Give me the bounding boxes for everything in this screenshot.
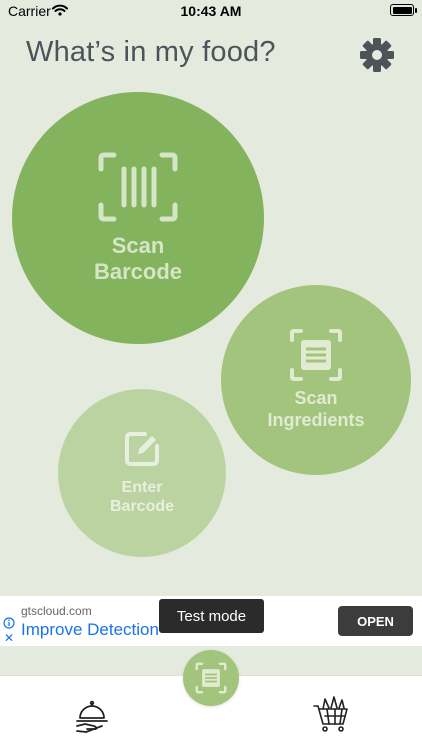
home-indicator <box>141 738 281 743</box>
scan-barcode-label: Scan Barcode <box>93 232 183 284</box>
info-icon[interactable] <box>3 617 15 629</box>
tab-shopping[interactable] <box>312 694 350 734</box>
scan-ingredients-label: Scan Ingredients <box>267 388 365 430</box>
close-icon[interactable]: ✕ <box>4 631 14 645</box>
enter-barcode-button[interactable]: Enter Barcode <box>58 389 226 557</box>
gear-icon <box>360 38 394 72</box>
scan-ingredients-fab[interactable] <box>183 650 239 706</box>
ad-open-button[interactable]: OPEN <box>338 606 413 636</box>
enter-barcode-label: Enter Barcode <box>109 478 175 515</box>
scan-ingredients-button[interactable]: Scan Ingredients <box>221 285 411 475</box>
clock-time: 10:43 AM <box>180 3 242 19</box>
edit-icon <box>125 431 159 466</box>
battery-icon <box>390 4 417 16</box>
settings-button[interactable] <box>358 36 396 74</box>
page-title: What’s in my food? <box>26 36 276 68</box>
tab-serving[interactable] <box>72 696 112 736</box>
ad-domain: gtscloud.com <box>21 604 92 618</box>
ad-headline[interactable]: Improve Detection <box>21 620 159 640</box>
scan-barcode-button[interactable]: Scan Barcode <box>12 92 264 344</box>
serving-tray-icon <box>76 700 108 733</box>
status-bar: Carrier 10:43 AM <box>0 0 422 24</box>
document-scan-icon <box>290 329 342 382</box>
test-mode-badge: Test mode <box>159 599 264 633</box>
shopping-cart-icon <box>313 696 348 732</box>
barcode-scan-icon <box>98 152 178 222</box>
document-scan-icon <box>195 662 227 694</box>
